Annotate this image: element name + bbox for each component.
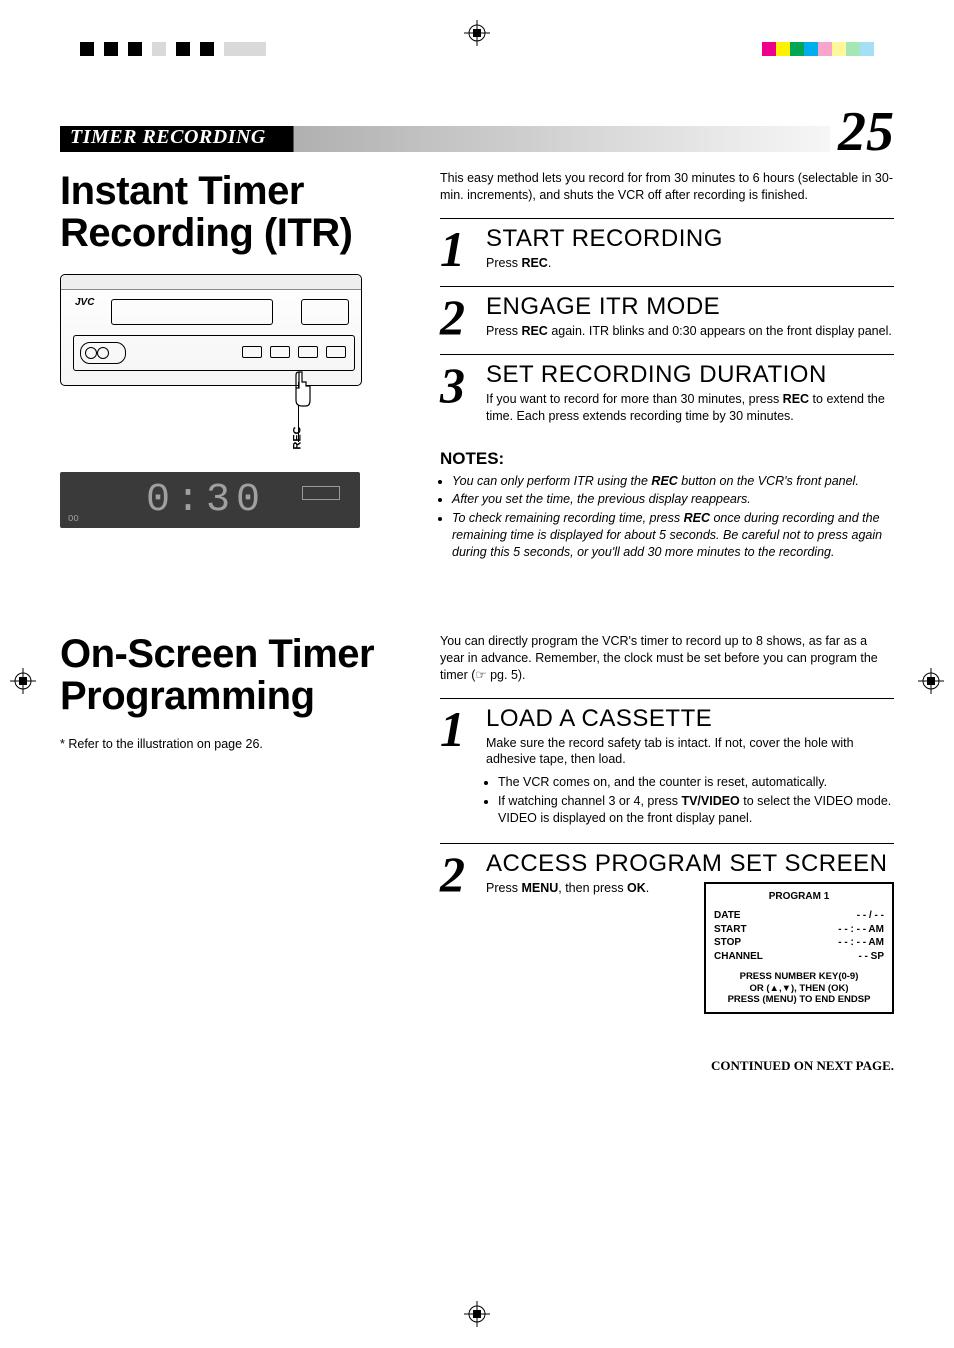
- page-number: 25: [830, 104, 894, 160]
- step-number: 2: [440, 293, 474, 340]
- vcr-brand: JVC: [75, 297, 94, 308]
- step-desc: If you want to record for more than 30 m…: [486, 391, 894, 425]
- step-title: SET RECORDING DURATION: [486, 361, 894, 389]
- itr-step-2: 2 ENGAGE ITR MODE Press REC again. ITR b…: [440, 286, 894, 354]
- vcr-illustration: JVC REC: [60, 274, 400, 442]
- notes-heading: NOTES:: [440, 449, 894, 469]
- lcd-time-value: 0:30: [146, 478, 266, 523]
- programming-title: On-Screen Timer Programming: [60, 633, 400, 717]
- step-bullets: The VCR comes on, and the counter is res…: [486, 774, 894, 827]
- step-desc: Press MENU, then press OK.: [486, 880, 684, 1014]
- step-title: START RECORDING: [486, 225, 894, 253]
- itr-intro: This easy method lets you record for fro…: [440, 170, 894, 204]
- itr-step-3: 3 SET RECORDING DURATION If you want to …: [440, 354, 894, 439]
- step-title: LOAD A CASSETTE: [486, 705, 894, 733]
- notes-list: You can only perform ITR using the REC b…: [440, 473, 894, 561]
- step-desc: Press REC again. ITR blinks and 0:30 app…: [486, 323, 894, 340]
- continued-text: CONTINUED ON NEXT PAGE.: [440, 1058, 894, 1074]
- step-number: 1: [440, 225, 474, 272]
- pointing-hand-icon: [284, 370, 314, 410]
- lcd-annunciator: OO: [68, 514, 79, 524]
- step-number: 2: [440, 850, 474, 1014]
- crosshair-bottom-icon: [464, 1301, 490, 1330]
- itr-title: Instant Timer Recording (ITR): [60, 170, 400, 254]
- osd-title: PROGRAM 1: [714, 890, 884, 904]
- step-desc: Press REC.: [486, 255, 894, 272]
- step-number: 1: [440, 705, 474, 829]
- step-number: 3: [440, 361, 474, 425]
- programming-intro: You can directly program the VCR's timer…: [440, 633, 894, 684]
- step-desc: Make sure the record safety tab is intac…: [486, 735, 894, 769]
- step-title: ENGAGE ITR MODE: [486, 293, 894, 321]
- step-title: ACCESS PROGRAM SET SCREEN: [486, 850, 894, 878]
- prog-step-1: 1 LOAD A CASSETTE Make sure the record s…: [440, 698, 894, 843]
- lcd-display-panel: OO 0:30: [60, 472, 360, 528]
- section-title: TIMER RECORDING: [60, 124, 276, 152]
- programming-footnote: * Refer to the illustration on page 26.: [60, 737, 400, 751]
- rec-button-label: REC: [292, 426, 304, 449]
- section-header: TIMER RECORDING 25: [60, 106, 894, 152]
- prog-step-2: 2 ACCESS PROGRAM SET SCREEN Press MENU, …: [440, 843, 894, 1028]
- itr-step-1: 1 START RECORDING Press REC.: [440, 218, 894, 286]
- osd-program-screen: PROGRAM 1 DATE- - / - - START- - : - - A…: [704, 882, 894, 1014]
